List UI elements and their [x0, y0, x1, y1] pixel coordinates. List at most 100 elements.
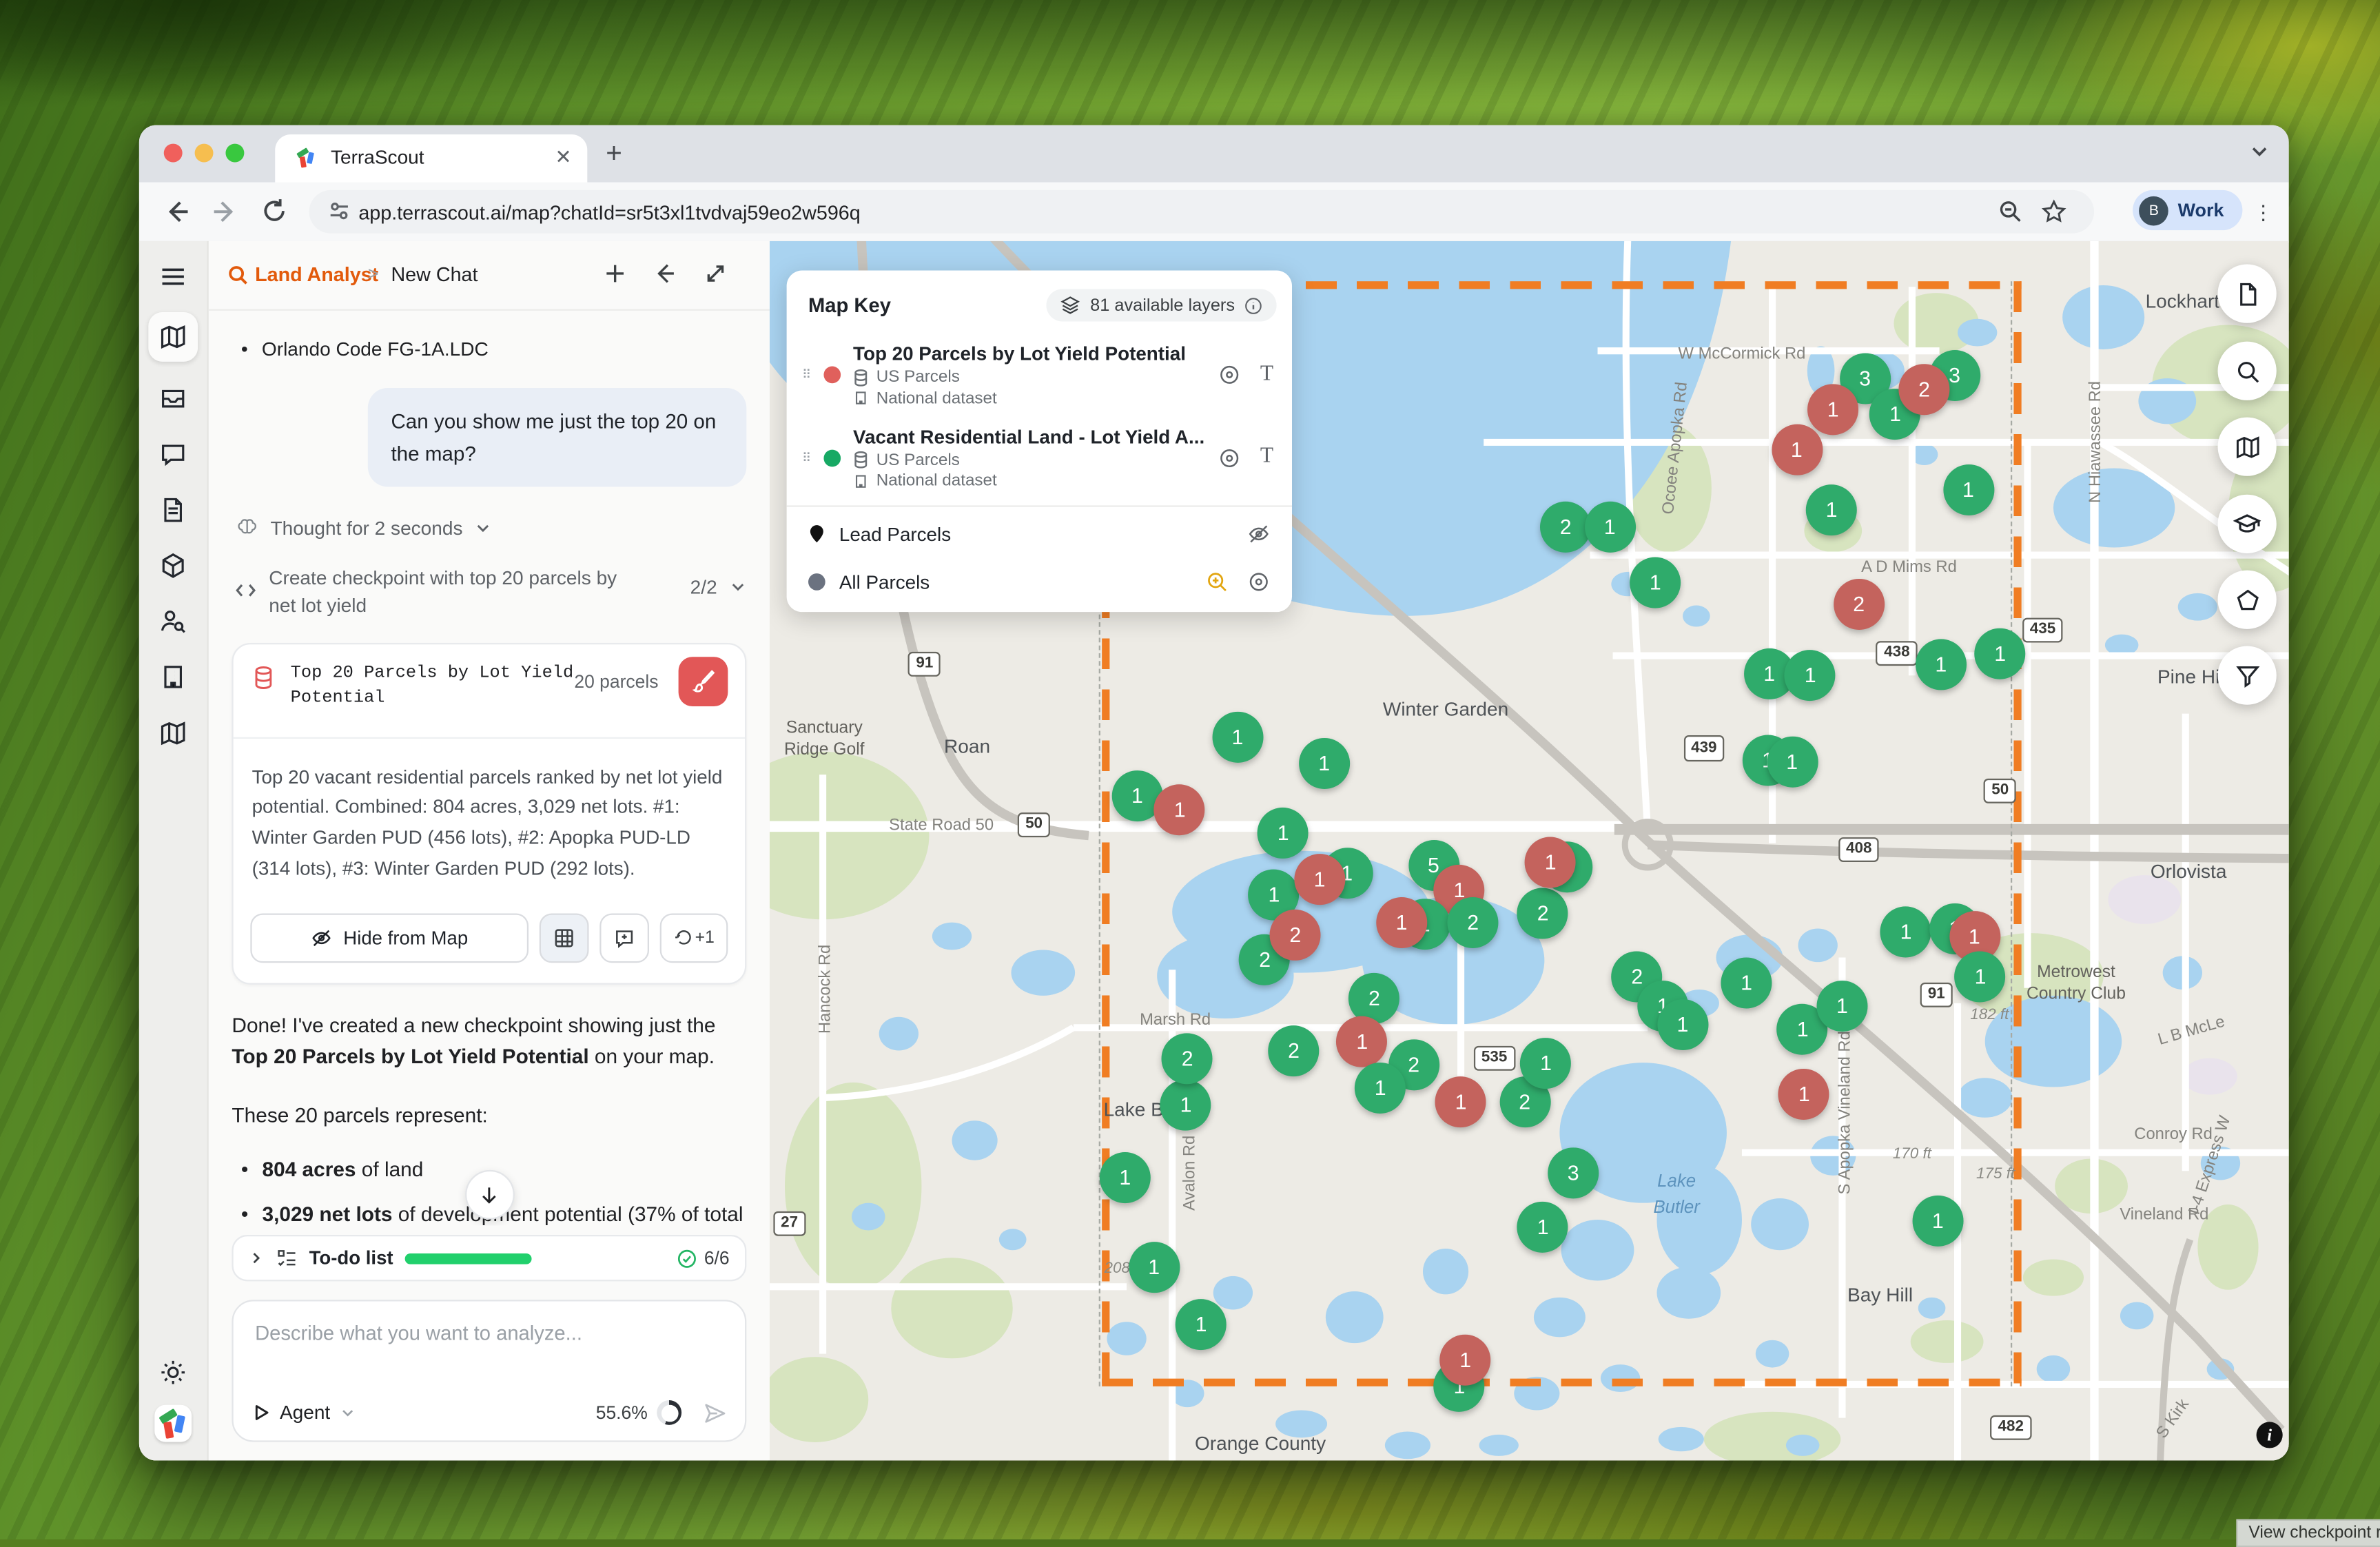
map-marker[interactable]: 1 [1440, 1335, 1491, 1386]
map-marker[interactable]: 1 [1376, 897, 1427, 948]
zoom-out-icon[interactable] [1998, 199, 2023, 224]
close-window-button[interactable] [164, 144, 183, 163]
address-bar[interactable]: app.terrascout.ai/map?chatId=sr5t3xl1tvd… [309, 190, 2095, 234]
chevron-right-icon[interactable] [249, 1250, 264, 1265]
map-marker[interactable]: 1 [1771, 424, 1822, 475]
map-marker[interactable]: 1 [1942, 464, 1993, 515]
map-canvas[interactable]: W McCormick RdState Road 50Marsh RdConro… [770, 241, 2289, 1461]
map-marker[interactable]: 1 [1129, 1241, 1180, 1292]
map-marker[interactable]: 1 [1916, 639, 1967, 690]
new-chat-plus-icon[interactable] [603, 261, 628, 286]
back-icon[interactable] [161, 196, 192, 227]
map-marker[interactable]: 1 [1721, 957, 1772, 1008]
map-marker[interactable]: 1 [1806, 484, 1857, 535]
map-marker[interactable]: 1 [1100, 1152, 1151, 1203]
bookmark-star-icon[interactable] [2042, 199, 2066, 224]
scroll-to-bottom-button[interactable] [464, 1170, 514, 1220]
map-marker[interactable]: 1 [1521, 1038, 1572, 1089]
visibility-icon[interactable] [1218, 447, 1242, 470]
map-marker[interactable]: 3 [1548, 1147, 1599, 1198]
label-toggle-icon[interactable]: T [1260, 446, 1273, 471]
map-marker[interactable]: 1 [1160, 1079, 1211, 1130]
hide-from-map-button[interactable]: Hide from Map [250, 913, 529, 963]
map-marker[interactable]: 1 [1355, 1063, 1406, 1114]
send-icon[interactable] [704, 1401, 727, 1424]
document-icon[interactable] [159, 496, 187, 524]
filter-fab[interactable] [2218, 646, 2277, 705]
site-settings-icon[interactable] [327, 199, 351, 223]
chevron-down-icon[interactable] [730, 578, 747, 595]
tool-call-row[interactable]: Create checkpoint with top 20 parcels by… [235, 564, 746, 620]
visibility-icon[interactable] [1247, 571, 1271, 594]
tab-close-icon[interactable]: ✕ [555, 145, 571, 170]
map-attribution-info-button[interactable]: i [2257, 1422, 2283, 1448]
person-search-icon[interactable] [159, 607, 187, 635]
search-fab[interactable] [2218, 342, 2277, 400]
play-icon[interactable] [252, 1404, 271, 1422]
map-marker[interactable]: 1 [1584, 501, 1635, 552]
map-marker[interactable]: 1 [1955, 951, 2006, 1002]
files-fab[interactable] [2218, 265, 2277, 323]
map-marker[interactable]: 1 [1176, 1298, 1227, 1349]
map-marker[interactable]: 2 [1448, 897, 1499, 948]
map-marker[interactable]: 2 [1834, 579, 1885, 630]
terrascout-logo[interactable] [154, 1405, 192, 1442]
map-marker[interactable]: 2 [1899, 365, 1950, 416]
label-toggle-icon[interactable]: T [1260, 363, 1273, 388]
map-marker[interactable]: 1 [1657, 998, 1708, 1049]
map-layers-icon[interactable] [159, 719, 187, 746]
map-marker[interactable]: 1 [1807, 384, 1858, 435]
map-marker[interactable]: 1 [1435, 1076, 1486, 1127]
menu-icon[interactable] [159, 263, 187, 290]
map-marker[interactable]: 2 [1269, 1025, 1320, 1076]
basemap-fab[interactable] [2218, 418, 2277, 476]
map-marker[interactable]: 1 [1294, 854, 1345, 905]
new-tab-button[interactable]: + [606, 138, 622, 170]
map-marker[interactable]: 1 [1767, 736, 1818, 787]
building-icon[interactable] [159, 663, 187, 690]
all-parcels-row[interactable]: All Parcels [787, 558, 1292, 606]
map-marker[interactable]: 1 [1816, 980, 1867, 1031]
drag-handle-icon[interactable]: ⠿ [802, 373, 817, 378]
map-marker[interactable]: 2 [1517, 888, 1568, 939]
map-marker[interactable]: 1 [1337, 1016, 1388, 1067]
table-view-button[interactable] [540, 913, 589, 963]
chevron-down-icon[interactable] [475, 520, 492, 537]
cube-icon[interactable] [159, 552, 187, 580]
map-marker[interactable]: 1 [1630, 557, 1681, 608]
style-paintbrush-button[interactable] [679, 656, 728, 706]
url-text[interactable]: app.terrascout.ai/map?chatId=sr5t3xl1tvd… [358, 200, 860, 223]
draw-polygon-fab[interactable] [2218, 571, 2277, 629]
reload-icon[interactable] [260, 196, 289, 226]
map-marker[interactable]: 1 [1880, 907, 1931, 958]
chat-icon[interactable] [159, 440, 187, 468]
comment-button[interactable] [599, 913, 649, 963]
fullscreen-window-button[interactable] [225, 144, 244, 163]
map-marker[interactable]: 1 [1212, 712, 1263, 763]
visibility-icon[interactable] [1218, 364, 1242, 387]
expand-panel-icon[interactable] [704, 261, 728, 286]
map-marker[interactable]: 1 [1517, 1202, 1568, 1253]
map-marker[interactable]: 1 [1975, 628, 2026, 679]
forward-icon[interactable] [210, 196, 241, 227]
layer-row[interactable]: ⠿ Top 20 Parcels by Lot Yield Potential … [787, 334, 1292, 416]
todo-list-bar[interactable]: To-do list 6/6 [232, 1235, 746, 1281]
layer-row[interactable]: ⠿ Vacant Residential Land - Lot Yield A.… [787, 416, 1292, 499]
learn-fab[interactable] [2218, 495, 2277, 553]
tab-list-chevron-icon[interactable] [2248, 141, 2270, 162]
map-marker[interactable]: 1 [1154, 785, 1205, 836]
eye-off-icon[interactable] [1247, 522, 1271, 546]
breadcrumb-agent[interactable]: Land Analyst [255, 263, 378, 286]
map-marker[interactable]: 1 [1299, 737, 1350, 788]
browser-menu-icon[interactable]: ⋮ [2253, 201, 2273, 226]
history-button[interactable]: +1 [660, 913, 728, 963]
map-icon[interactable] [159, 323, 187, 351]
map-marker[interactable]: 1 [1258, 807, 1309, 858]
map-marker[interactable]: 1 [1778, 1069, 1829, 1120]
mode-selector[interactable]: Agent [280, 1402, 330, 1423]
info-icon[interactable] [1244, 296, 1263, 315]
map-marker[interactable]: 1 [1785, 650, 1836, 701]
minimize-window-button[interactable] [195, 144, 214, 163]
drag-handle-icon[interactable]: ⠿ [802, 455, 817, 461]
browser-profile-chip[interactable]: B Work [2133, 190, 2243, 230]
